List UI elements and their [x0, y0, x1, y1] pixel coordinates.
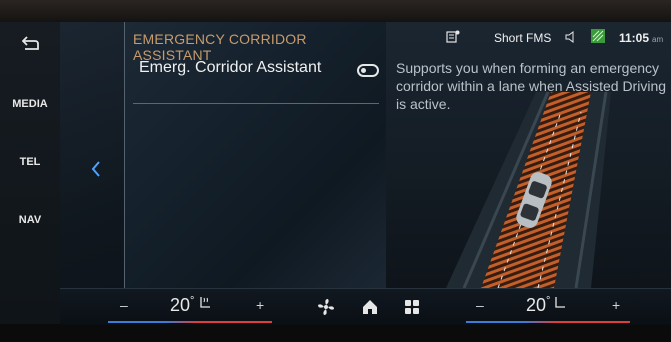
toggle-switch[interactable]: [357, 64, 379, 77]
apps-grid-icon[interactable]: [404, 299, 420, 315]
right-temp-value[interactable]: 20°: [526, 295, 550, 316]
right-temp-gradient: [466, 321, 630, 323]
sidebar-item-media[interactable]: MEDIA: [0, 98, 60, 110]
climate-bar: – 20° + – 20° +: [60, 288, 671, 325]
top-frame: [0, 0, 671, 22]
info-panel: Supports you when forming an emergency c…: [386, 22, 671, 288]
message-icon[interactable]: [446, 30, 460, 44]
right-temp-plus-button[interactable]: +: [612, 297, 620, 313]
seat-heat-icon[interactable]: [197, 295, 213, 311]
right-temp-minus-button[interactable]: –: [476, 297, 484, 313]
clock-ampm: am: [652, 35, 664, 44]
chevron-left-icon[interactable]: [90, 160, 102, 178]
toggle-knob: [361, 68, 366, 73]
home-icon[interactable]: [361, 298, 379, 316]
setting-label: Emerg. Corridor Assistant: [139, 59, 322, 76]
right-temp-degree: °: [546, 295, 551, 307]
left-temp-plus-button[interactable]: +: [256, 297, 264, 313]
emergency-corridor-setting-row[interactable]: Emerg. Corridor Assistant: [133, 53, 379, 104]
clock-time: 11:05: [619, 31, 650, 45]
status-bar: Short FMS 11:05 am: [440, 22, 671, 50]
description-text: Supports you when forming an emergency c…: [396, 60, 667, 112]
left-temp-minus-button[interactable]: –: [120, 297, 128, 313]
seat-icon[interactable]: [552, 295, 568, 311]
settings-panel: EMERGENCY CORRIDOR ASSISTANT Emerg. Corr…: [124, 22, 387, 288]
fan-icon[interactable]: [316, 297, 336, 317]
sidebar-item-nav[interactable]: NAV: [0, 214, 60, 226]
signal-icon: [591, 29, 605, 43]
bottom-frame: [0, 324, 671, 342]
sidebar-item-tel[interactable]: TEL: [0, 156, 60, 168]
driving-mode-label: Short FMS: [494, 31, 552, 45]
left-temp-gradient: [108, 321, 272, 323]
right-temp-number: 20: [526, 295, 547, 315]
sidebar: MEDIA TEL NAV: [0, 22, 60, 324]
left-temp-degree: °: [190, 295, 195, 307]
left-temp-number: 20: [170, 295, 191, 315]
back-arrow-icon[interactable]: [22, 36, 40, 50]
left-temp-value[interactable]: 20°: [170, 295, 194, 316]
volume-icon[interactable]: [565, 31, 577, 43]
